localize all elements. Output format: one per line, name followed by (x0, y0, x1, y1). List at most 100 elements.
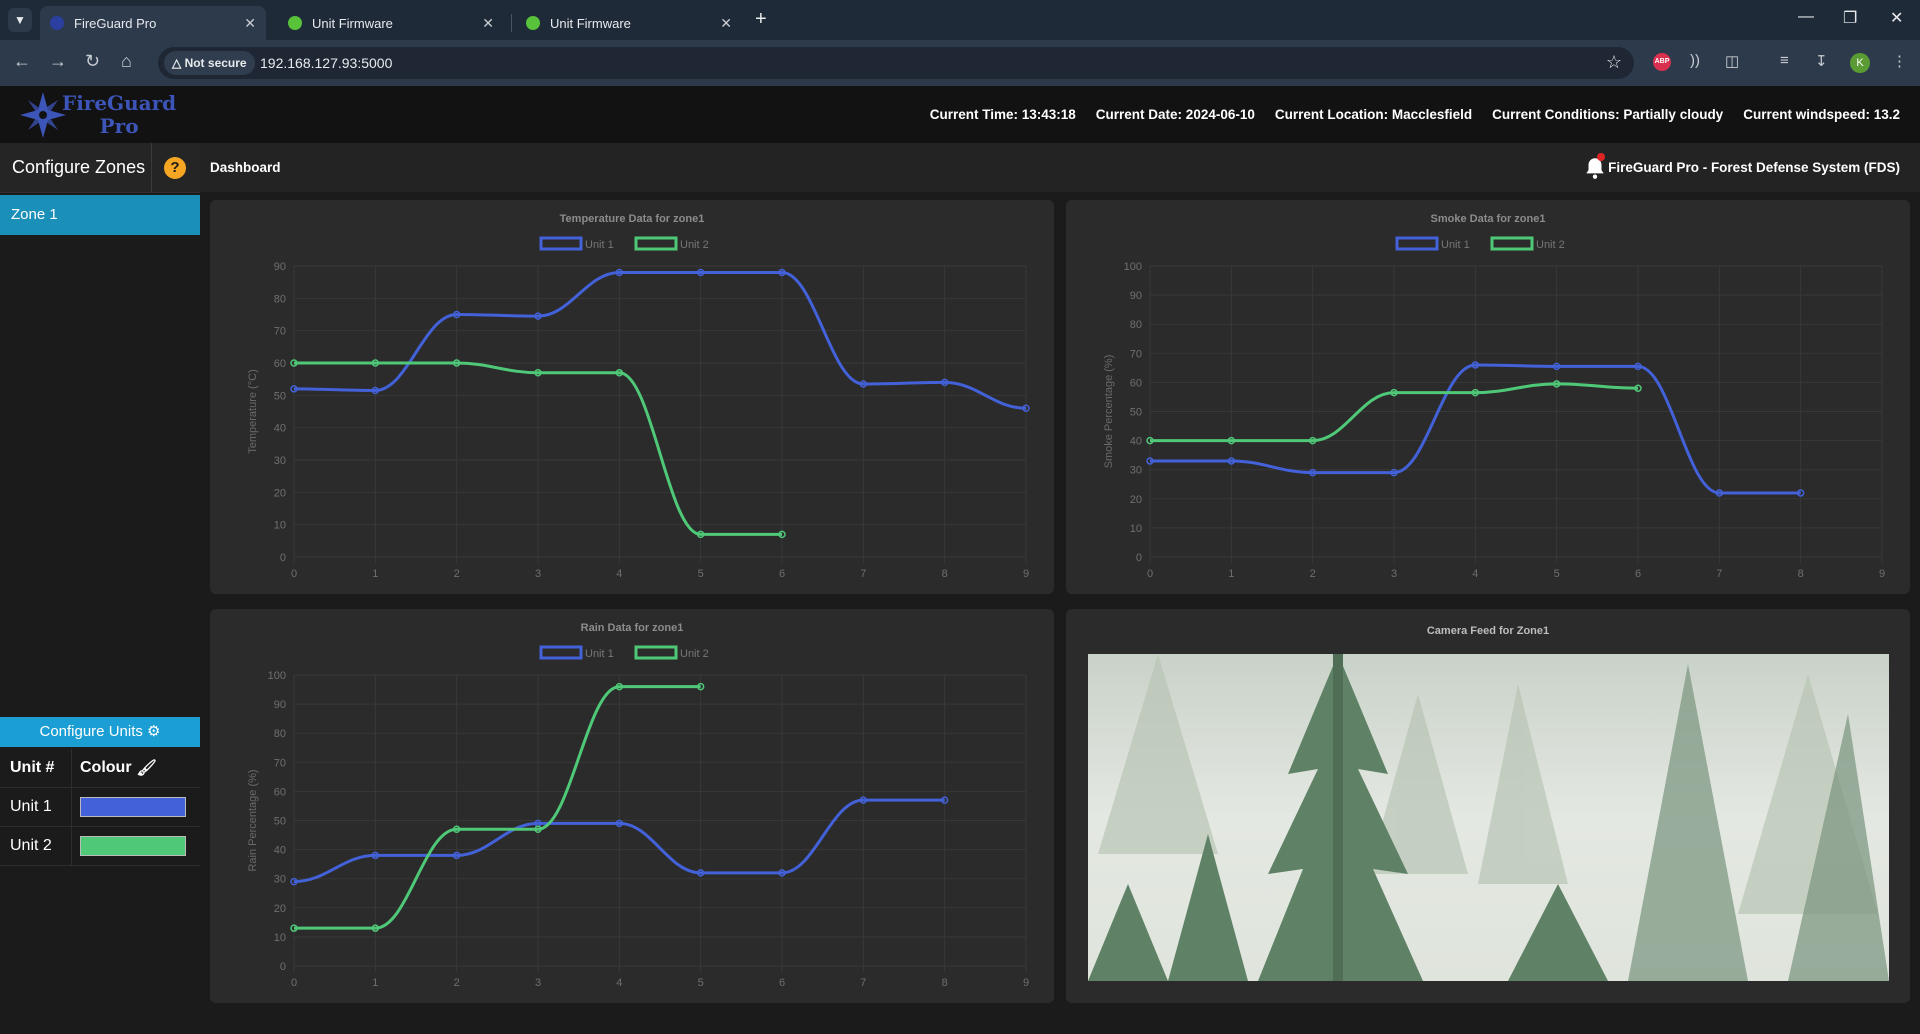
x-tick-label: 0 (291, 977, 297, 989)
x-tick-label: 8 (1798, 568, 1804, 580)
y-axis-label: Temperature (°C) (247, 369, 259, 453)
tab-fireguard-pro[interactable]: FireGuard Pro ✕ (40, 6, 266, 40)
forward-arrow-icon[interactable]: → (49, 51, 67, 72)
y-tick-label: 20 (274, 487, 286, 499)
y-tick-label: 90 (1130, 290, 1142, 302)
x-tick-label: 6 (779, 568, 785, 580)
tab-title: Unit Firmware (312, 15, 393, 31)
new-tab-plus-icon[interactable]: + (755, 8, 767, 31)
x-tick-label: 7 (860, 977, 866, 989)
foggy-forest-image (1088, 654, 1889, 981)
home-icon[interactable]: ⌂ (121, 51, 132, 72)
browser-tab-bar: ▼ FireGuard Pro ✕ Unit Firmware ✕ Unit F… (0, 0, 1920, 40)
not-secure-badge[interactable]: △ Not secure (164, 51, 255, 75)
series-line (293, 270, 1027, 410)
address-bar[interactable]: △ Not secure 192.168.127.93:5000 ☆ (158, 47, 1634, 79)
legend-swatch (1395, 236, 1439, 251)
unit-name: Unit 1 (0, 788, 72, 826)
zone-item-1[interactable]: Zone 1 (0, 195, 200, 235)
read-aloud-extension-icon[interactable]: )) (1690, 52, 1700, 69)
legend-label: Unit 1 (1441, 239, 1470, 251)
colour-header-label: Colour (80, 759, 132, 776)
y-tick-label: 10 (274, 932, 286, 944)
y-tick-label: 100 (268, 670, 286, 682)
tab-unit-firmware-1[interactable]: Unit Firmware ✕ (278, 6, 504, 40)
configure-zones-title[interactable]: Configure Zones (12, 157, 145, 178)
x-tick-label: 6 (1635, 568, 1641, 580)
y-tick-label: 60 (274, 358, 286, 370)
browser-menu-icon[interactable]: ⋮ (1892, 52, 1907, 70)
x-tick-label: 3 (1391, 568, 1397, 580)
x-tick-label: 1 (372, 568, 378, 580)
y-tick-label: 80 (1130, 319, 1142, 331)
bookmark-star-icon[interactable]: ☆ (1606, 52, 1622, 73)
notification-badge (1597, 153, 1605, 161)
unit-name: Unit 2 (0, 827, 72, 865)
x-tick-label: 9 (1879, 568, 1885, 580)
current-windspeed: Current windspeed: 13.2 (1743, 107, 1900, 122)
y-tick-label: 60 (274, 786, 286, 798)
x-tick-label: 0 (1147, 568, 1153, 580)
y-axis-label: Smoke Percentage (%) (1103, 355, 1115, 469)
series-line (294, 685, 701, 930)
x-tick-label: 1 (372, 977, 378, 989)
x-tick-label: 2 (454, 977, 460, 989)
url-text[interactable]: 192.168.127.93:5000 (260, 55, 392, 71)
configure-zones-header: Configure Zones ? (0, 143, 200, 193)
logo-line-1: FireGuard (62, 91, 177, 115)
profile-avatar[interactable]: K (1850, 53, 1870, 73)
legend-swatch (539, 645, 583, 660)
unit-colour-table: Unit # Colour 🖌 Unit 1 Unit 2 (0, 749, 200, 866)
legend-swatch (634, 645, 678, 660)
close-window-icon[interactable]: ✕ (1890, 8, 1903, 28)
x-tick-label: 4 (616, 568, 622, 580)
tab-unit-firmware-2[interactable]: Unit Firmware ✕ (516, 6, 742, 40)
tab-list-chevron-icon[interactable]: ▼ (8, 8, 32, 32)
y-tick-label: 0 (280, 552, 286, 564)
y-tick-label: 10 (274, 520, 286, 532)
temperature-chart: Temperature Data for zone1 Unit 1 Unit 2 0 1… (247, 213, 1030, 580)
download-icon[interactable]: ↧ (1815, 52, 1828, 70)
y-tick-label: 0 (280, 961, 286, 973)
current-date: Current Date: 2024-06-10 (1095, 107, 1255, 122)
back-arrow-icon[interactable]: ← (13, 51, 31, 72)
y-tick-label: 10 (1130, 523, 1142, 535)
tab-title: Unit Firmware (550, 15, 631, 31)
dashboard-title[interactable]: Dashboard (210, 160, 281, 175)
close-tab-icon[interactable]: ✕ (482, 15, 494, 32)
unit-colour-cell (72, 788, 200, 826)
extensions-puzzle-icon[interactable]: ◫ (1725, 52, 1739, 70)
legend-label: Unit 1 (585, 239, 614, 251)
minimize-window-icon[interactable]: — (1798, 8, 1814, 26)
browser-toolbar: ← → ↻ ⌂ △ Not secure 192.168.127.93:5000… (0, 40, 1920, 86)
configure-units-button[interactable]: Configure Units ⚙ (0, 717, 200, 747)
x-tick-label: 0 (291, 568, 297, 580)
camera-feed-panel: Camera Feed for Zone1 (1066, 609, 1910, 1003)
x-tick-label: 1 (1228, 568, 1234, 580)
y-tick-label: 80 (274, 728, 286, 740)
fireguard-logo[interactable]: FireGuard Pro (18, 90, 178, 140)
legend-swatch (634, 236, 678, 251)
sidebar: Configure Zones ? Zone 1 Configure Units… (0, 143, 200, 1034)
status-info-bar: Current Time: 13:43:18 Current Date: 202… (930, 107, 1900, 122)
camera-feed-image[interactable] (1088, 654, 1889, 981)
not-secure-label: Not secure (184, 56, 247, 70)
unit-2-colour-picker[interactable] (80, 836, 186, 856)
x-tick-label: 9 (1023, 568, 1029, 580)
y-tick-label: 40 (274, 423, 286, 435)
restore-window-icon[interactable]: ❐ (1843, 8, 1857, 28)
table-row: Unit 2 (0, 827, 200, 866)
y-tick-label: 70 (274, 757, 286, 769)
chart-title: Temperature Data for zone1 (560, 213, 705, 225)
close-tab-icon[interactable]: ✕ (720, 15, 732, 32)
help-question-icon[interactable]: ? (164, 157, 186, 179)
reload-icon[interactable]: ↻ (85, 51, 100, 72)
current-conditions: Current Conditions: Partially cloudy (1492, 107, 1724, 122)
close-tab-icon[interactable]: ✕ (244, 15, 256, 32)
y-tick-label: 50 (1130, 407, 1142, 419)
adblock-extension-icon[interactable]: ABP (1653, 53, 1671, 71)
x-tick-label: 3 (535, 977, 541, 989)
media-queue-icon[interactable]: ≡ (1780, 52, 1789, 69)
x-tick-label: 8 (942, 568, 948, 580)
unit-1-colour-picker[interactable] (80, 797, 186, 817)
